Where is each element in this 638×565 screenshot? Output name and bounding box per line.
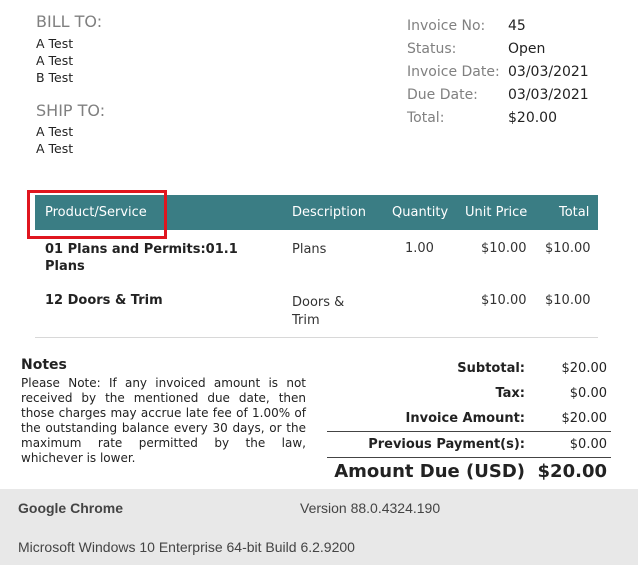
bill-to-line: A Test [36,53,74,68]
ship-to-line: A Test [36,124,74,139]
invoice-meta-values: 45 Open 03/03/2021 03/03/2021 $20.00 [508,15,589,130]
invoice-meta-labels: Invoice No: Status: Invoice Date: Due Da… [407,15,500,130]
invoice-amount-value: $20.00 [561,411,608,426]
tax-label: Tax: [495,386,525,401]
invoice-date-label: Invoice Date: [407,64,500,80]
table-row-unit-price: $10.00 [481,241,527,256]
browser-name: Google Chrome [18,500,124,516]
previous-payments-label: Previous Payment(s): [368,437,525,452]
amount-due-label: Amount Due (USD) [334,461,525,482]
status-value: Open [508,41,546,57]
subtotal-value: $20.00 [561,361,608,376]
highlight-box [27,190,167,239]
product-name: 01 Plans and Permits:01.1 [45,242,238,257]
notes-title: Notes [21,357,67,373]
invoice-no-label: Invoice No: [407,18,486,34]
bill-to-line: B Test [36,70,74,85]
table-divider [35,337,598,338]
description-text: Doors & [292,295,345,310]
notes-text: Please Note: If any invoiced amount is n… [21,376,306,465]
table-row-description: Doors & Trim [292,294,344,330]
tax-value: $0.00 [569,386,607,401]
table-row-product: 12 Doors & Trim [45,293,163,308]
os-info: Microsoft Windows 10 Enterprise 64-bit B… [18,539,355,555]
totals-divider [327,457,611,458]
totals-divider [327,431,611,432]
table-row-total: $10.00 [545,293,591,308]
invoice-no-value: 45 [508,18,526,34]
description-text-cont: Trim [292,313,320,328]
bill-to-line: A Test [36,36,74,51]
bill-to-address: A Test A Test B Test [36,35,73,86]
table-row-unit-price: $10.00 [481,293,527,308]
due-date-label: Due Date: [407,87,478,103]
table-row-product: 01 Plans and Permits:01.1 Plans [45,241,238,275]
due-date-value: 03/03/2021 [508,87,589,103]
ship-to-label: SHIP TO: [36,101,106,120]
table-row-description: Plans [292,242,327,257]
amount-due-value: $20.00 [537,461,607,482]
column-header-quantity[interactable]: Quantity [392,205,448,220]
ship-to-address: A Test A Test [36,123,73,157]
ship-to-line: A Test [36,141,74,156]
invoice-date-value: 03/03/2021 [508,64,589,80]
product-name-cont: Plans [45,259,85,274]
browser-version: Version 88.0.4324.190 [300,500,441,516]
invoice-amount-label: Invoice Amount: [405,411,525,426]
subtotal-label: Subtotal: [457,361,525,376]
column-header-description[interactable]: Description [292,205,366,220]
total-label: Total: [407,110,445,126]
bill-to-label: BILL TO: [36,12,103,31]
total-value: $20.00 [508,110,557,126]
previous-payments-value: $0.00 [569,437,607,452]
table-row-quantity: 1.00 [405,241,434,256]
table-row-total: $10.00 [545,241,591,256]
column-header-unit-price[interactable]: Unit Price [465,205,527,220]
status-label: Status: [407,41,457,57]
column-header-total[interactable]: Total [559,205,589,220]
